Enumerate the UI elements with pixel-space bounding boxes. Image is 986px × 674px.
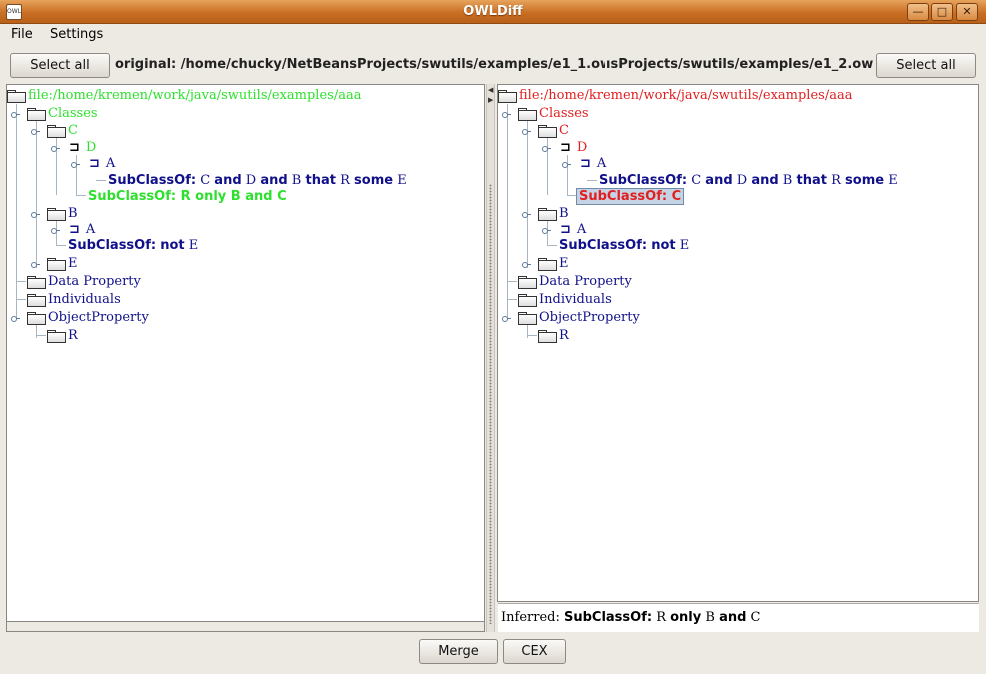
menu-settings[interactable]: Settings [50, 26, 103, 44]
expand-icon[interactable] [542, 144, 551, 152]
minimize-icon[interactable]: — [907, 3, 929, 21]
folder-icon [538, 125, 557, 138]
expand-icon[interactable] [11, 314, 20, 322]
expand-icon[interactable] [31, 210, 40, 218]
folder-icon [27, 294, 46, 307]
pane-splitter[interactable]: ◀ ▶ [486, 84, 495, 632]
expand-icon[interactable] [562, 160, 571, 168]
folder-icon [518, 294, 537, 307]
left-ontology-tree[interactable]: file:/home/kremen/work/java/swutils/exam… [6, 84, 485, 622]
folder-icon [27, 108, 46, 121]
right-ontology-tree[interactable]: file:/home/kremen/work/java/swutils/exam… [497, 84, 979, 602]
title-bar: OWL OWLDiff — □ ✕ [0, 0, 986, 24]
left-scrollbar[interactable] [6, 622, 485, 632]
window-title: OWLDiff [463, 4, 523, 19]
left-subclass-axiom-2[interactable]: SubClassOf: R only B and C [88, 188, 287, 205]
folder-icon [27, 276, 46, 289]
folder-icon [538, 208, 557, 221]
close-icon[interactable]: ✕ [956, 3, 978, 21]
folder-icon [7, 90, 26, 103]
right-subclass-axiom-3[interactable]: SubClassOf: not E [559, 237, 689, 254]
expand-icon[interactable] [31, 127, 40, 135]
right-file-path: ısProjects/swutils/examples/e1_2.owl [606, 57, 874, 72]
menu-bar: File Settings [0, 25, 986, 45]
maximize-icon[interactable]: □ [931, 3, 953, 21]
merge-button[interactable]: Merge [419, 639, 498, 664]
folder-icon [538, 330, 557, 343]
expand-icon[interactable] [542, 226, 551, 234]
left-file-path: original: /home/chucky/NetBeansProjects/… [115, 57, 605, 72]
left-select-all-button[interactable]: Select all [10, 53, 110, 78]
folder-icon [47, 208, 66, 221]
folder-icon [498, 90, 517, 103]
folder-icon [47, 125, 66, 138]
cex-button[interactable]: CEX [503, 639, 566, 664]
folder-icon [518, 108, 537, 121]
expand-icon[interactable] [11, 110, 20, 118]
expand-icon[interactable] [522, 210, 531, 218]
right-subclass-axiom-1[interactable]: SubClassOf: C and D and B that R some E [599, 172, 898, 189]
expand-icon[interactable] [51, 144, 60, 152]
expand-icon[interactable] [71, 160, 80, 168]
expand-icon[interactable] [522, 260, 531, 268]
left-subclass-axiom-1[interactable]: SubClassOf: C and D and B that R some E [108, 172, 407, 189]
menu-file[interactable]: File [11, 26, 33, 44]
inferred-label: Inferred: [501, 610, 560, 625]
expand-icon[interactable] [522, 127, 531, 135]
right-select-all-button[interactable]: Select all [876, 53, 976, 78]
expand-icon[interactable] [502, 110, 511, 118]
folder-icon [27, 312, 46, 325]
left-subclass-axiom-3[interactable]: SubClassOf: not E [68, 237, 198, 254]
expand-icon[interactable] [502, 314, 511, 322]
folder-icon [47, 330, 66, 343]
right-subclass-axiom-2-selected[interactable]: SubClassOf: C [576, 188, 685, 205]
folder-icon [538, 258, 557, 271]
folder-icon [47, 258, 66, 271]
expand-icon[interactable] [31, 260, 40, 268]
folder-icon [518, 312, 537, 325]
folder-icon [518, 276, 537, 289]
inferred-panel: Inferred: SubClassOf: R only B and C [498, 603, 979, 632]
expand-icon[interactable] [51, 226, 60, 234]
